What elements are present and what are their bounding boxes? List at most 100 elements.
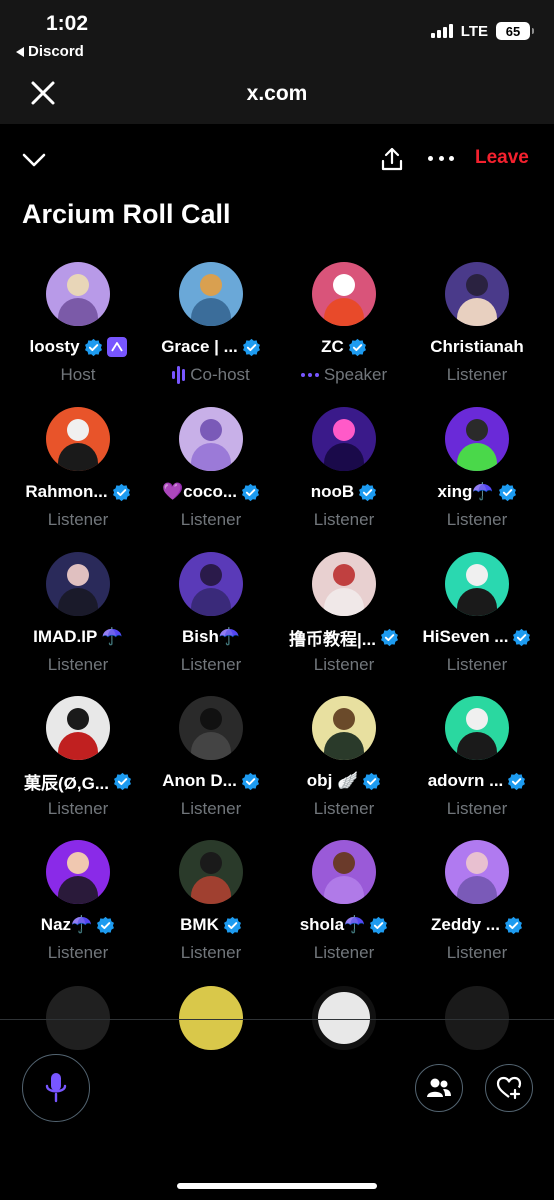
participant-avatar[interactable] [46,552,110,616]
space-title: Arcium Roll Call [22,199,231,229]
participant-card[interactable]: loosty Host [11,262,145,385]
participant-avatar[interactable] [445,262,509,326]
verified-badge-icon [498,483,516,501]
people-button[interactable] [415,1064,463,1112]
participant-card[interactable]: 💜coco... Listener [144,407,278,530]
audio-bars-icon [172,366,186,384]
participant-name: Bish☂️ [181,627,240,646]
verified-badge-icon [348,338,366,356]
chevron-down-icon[interactable] [22,148,46,172]
participant-role: Listener [11,510,145,530]
participant-role-label: Listener [180,799,242,818]
participant-name-row: nooB [277,481,411,503]
verified-badge-icon [513,628,531,646]
participant-card[interactable]: adovrn ... Listener [410,696,544,819]
participant-card[interactable]: 菓辰(Ø,G... Listener [11,696,145,819]
participant-card[interactable]: Bish☂️ Listener [144,552,278,675]
participant-card[interactable]: 撸币教程|... Listener [277,552,411,675]
participant-name-row: loosty [11,336,145,358]
status-time: 1:02 [46,12,89,35]
signal-icon [430,24,453,38]
participant-role: Listener [410,799,544,819]
participant-card[interactable]: IMAD.IP ☂️ Listener [11,552,145,675]
participant-card[interactable]: Zeddy ... Listener [410,840,544,963]
participant-name: IMAD.IP ☂️ [33,627,123,646]
verified-badge-icon [508,772,526,790]
status-indicators: LTE 65 [430,22,534,40]
participant-role: Host [11,365,145,385]
participant-card[interactable]: obj 🪽 Listener [277,696,411,819]
participant-role: Listener [144,799,278,819]
participant-role-label: Listener [313,655,375,674]
participant-avatar[interactable] [179,262,243,326]
participant-role: Listener [277,799,411,819]
participant-avatar[interactable] [445,696,509,760]
participant-card[interactable]: nooB Listener [277,407,411,530]
participant-avatar[interactable] [445,407,509,471]
back-to-app-link[interactable]: Discord [16,43,84,60]
participant-card[interactable]: Rahmon... Listener [11,407,145,530]
microphone-button[interactable] [22,1054,90,1122]
participant-avatar[interactable] [179,552,243,616]
participant-avatar[interactable] [312,552,376,616]
participant-avatar[interactable] [46,696,110,760]
participant-grid: loosty Host Grace | ... Co-host ZC Speaker Chr… [0,262,554,998]
participant-card[interactable]: shola☂️ Listener [277,840,411,963]
speaking-dots-icon [300,373,319,377]
participant-name-row: Naz☂️ [11,914,145,936]
participant-name-row: ZC [277,336,411,358]
participant-name-row: Zeddy ... [410,914,544,936]
url-label: x.com [246,82,308,105]
participant-avatar[interactable] [312,262,376,326]
participant-role-label: Listener [446,655,508,674]
participant-avatar-peek [445,986,509,1050]
participant-avatar[interactable] [445,840,509,904]
participant-name: obj 🪽 [306,771,359,790]
verified-badge-icon [242,483,259,501]
verified-badge-icon [112,483,130,501]
microphone-icon [45,1073,67,1103]
participant-role-label: Listener [180,655,242,674]
participant-name-row: Anon D... [144,770,278,792]
heart-plus-icon [496,1076,522,1100]
participant-role: Co-host [144,365,278,385]
participant-avatar[interactable] [312,696,376,760]
participant-avatar[interactable] [179,840,243,904]
participant-avatar[interactable] [445,552,509,616]
participant-name: shola☂️ [299,915,366,934]
leave-button[interactable]: Leave [475,147,529,169]
participant-name: BMK [180,915,219,934]
participant-card[interactable]: xing☂️ Listener [410,407,544,530]
participant-card[interactable]: Naz☂️ Listener [11,840,145,963]
participant-name-row: Bish☂️ [144,626,278,648]
participant-role-label: Speaker [323,365,388,384]
back-app-label: Discord [28,43,84,60]
participant-avatar[interactable] [46,407,110,471]
participant-name: Zeddy ... [431,915,500,934]
participant-avatar[interactable] [312,407,376,471]
participant-card[interactable]: Christianah Listener [410,262,544,385]
participant-card[interactable]: BMK Listener [144,840,278,963]
participant-role-label: Listener [47,799,109,818]
participant-card[interactable]: ZC Speaker [277,262,411,385]
participant-avatar[interactable] [179,696,243,760]
participant-name: ZC [321,337,344,356]
participant-avatar[interactable] [46,840,110,904]
participant-card[interactable]: HiSeven ... Listener [410,552,544,675]
verified-badge-icon [84,338,102,356]
verified-badge-icon [363,772,381,790]
reaction-button[interactable] [485,1064,533,1112]
participant-role: Listener [11,799,145,819]
participant-avatar[interactable] [312,840,376,904]
participant-card[interactable]: Grace | ... Co-host [144,262,278,385]
people-icon [427,1078,451,1097]
participant-avatar[interactable] [46,262,110,326]
footer-divider [0,1019,554,1020]
participant-role: Listener [410,655,544,675]
participant-card[interactable]: Anon D... Listener [144,696,278,819]
more-icon[interactable] [428,154,454,162]
participant-avatar[interactable] [179,407,243,471]
share-icon[interactable] [380,146,404,172]
battery-icon: 65 [496,22,534,40]
participant-role-label: Listener [180,943,242,962]
